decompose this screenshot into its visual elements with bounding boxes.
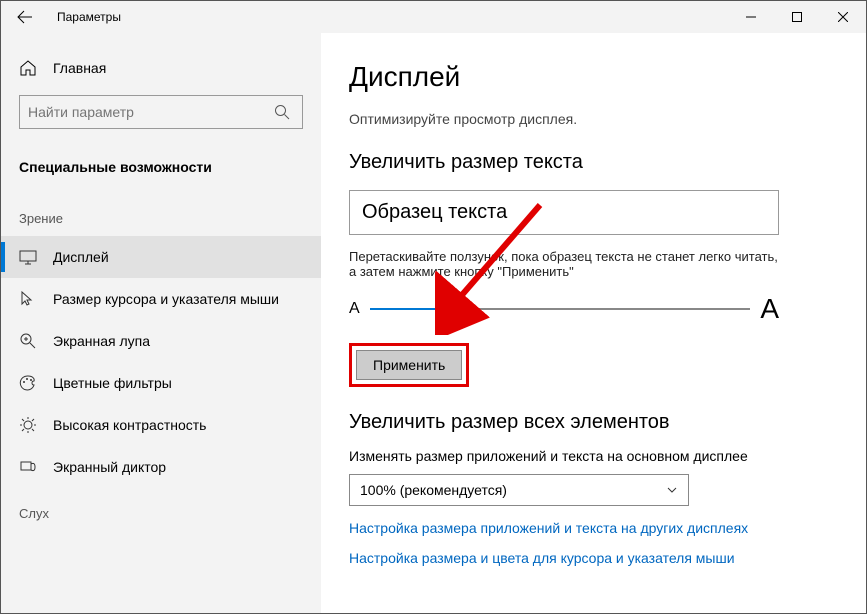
monitor-icon [19,248,37,266]
slider-max-label: A [760,293,779,325]
slider-thumb[interactable] [453,298,461,320]
text-size-heading: Увеличить размер текста [349,151,838,174]
minimize-button[interactable] [728,1,774,33]
close-icon [838,12,848,22]
sidebar-item-label: Экранная лупа [53,333,150,349]
sample-text-box: Образец текста [349,190,779,235]
search-input[interactable] [28,104,270,120]
text-size-slider[interactable] [370,308,751,310]
sidebar-item-magnifier[interactable]: Экранная лупа [1,320,321,362]
titlebar: Параметры [1,1,866,33]
home-icon [19,59,37,77]
content-area: Дисплей Оптимизируйте просмотр дисплея. … [321,33,866,613]
slider-min-label: A [349,300,360,318]
sidebar-item-narrator[interactable]: Экранный диктор [1,446,321,488]
scale-dropdown[interactable]: 100% (рекомендуется) [349,474,689,506]
maximize-button[interactable] [774,1,820,33]
slider-fill [370,308,458,310]
link-cursor-settings[interactable]: Настройка размера и цвета для курсора и … [349,550,838,566]
group-hearing: Слух [1,488,321,531]
minimize-icon [746,12,756,22]
link-other-displays[interactable]: Настройка размера приложений и текста на… [349,520,838,536]
sidebar-item-label: Высокая контрастность [53,417,206,433]
sidebar-item-label: Дисплей [53,249,109,265]
sidebar: Главная Специальные возможности Зрение Д… [1,33,321,613]
apply-button[interactable]: Применить [356,350,462,380]
sidebar-item-label: Размер курсора и указателя мыши [53,291,279,307]
page-description: Оптимизируйте просмотр дисплея. [349,111,838,127]
sidebar-item-label: Цветные фильтры [53,375,172,391]
palette-icon [19,374,37,392]
back-button[interactable] [9,9,41,25]
everything-heading: Увеличить размер всех элементов [349,411,838,434]
cursor-icon [19,290,37,308]
sidebar-item-cursor[interactable]: Размер курсора и указателя мыши [1,278,321,320]
arrow-left-icon [17,9,33,25]
text-size-slider-row: A A [349,293,779,325]
scale-dropdown-value: 100% (рекомендуется) [360,482,507,498]
sidebar-item-color-filters[interactable]: Цветные фильтры [1,362,321,404]
contrast-icon [19,416,37,434]
magnifier-icon [19,332,37,350]
sidebar-item-high-contrast[interactable]: Высокая контрастность [1,404,321,446]
maximize-icon [792,12,802,22]
category-label: Специальные возможности [1,147,321,193]
search-button[interactable] [270,104,294,120]
close-button[interactable] [820,1,866,33]
narrator-icon [19,458,37,476]
home-nav[interactable]: Главная [1,51,321,85]
home-label: Главная [53,60,106,76]
search-box[interactable] [19,95,303,129]
scale-label: Изменять размер приложений и текста на о… [349,448,838,464]
page-title: Дисплей [349,61,838,93]
search-icon [274,104,290,120]
apply-button-highlight: Применить [349,343,469,387]
chevron-down-icon [666,484,678,496]
group-vision: Зрение [1,193,321,236]
sidebar-item-label: Экранный диктор [53,459,166,475]
sidebar-item-display[interactable]: Дисплей [1,236,321,278]
app-title: Параметры [57,10,121,24]
slider-instruction: Перетаскивайте ползунок, пока образец те… [349,249,779,279]
